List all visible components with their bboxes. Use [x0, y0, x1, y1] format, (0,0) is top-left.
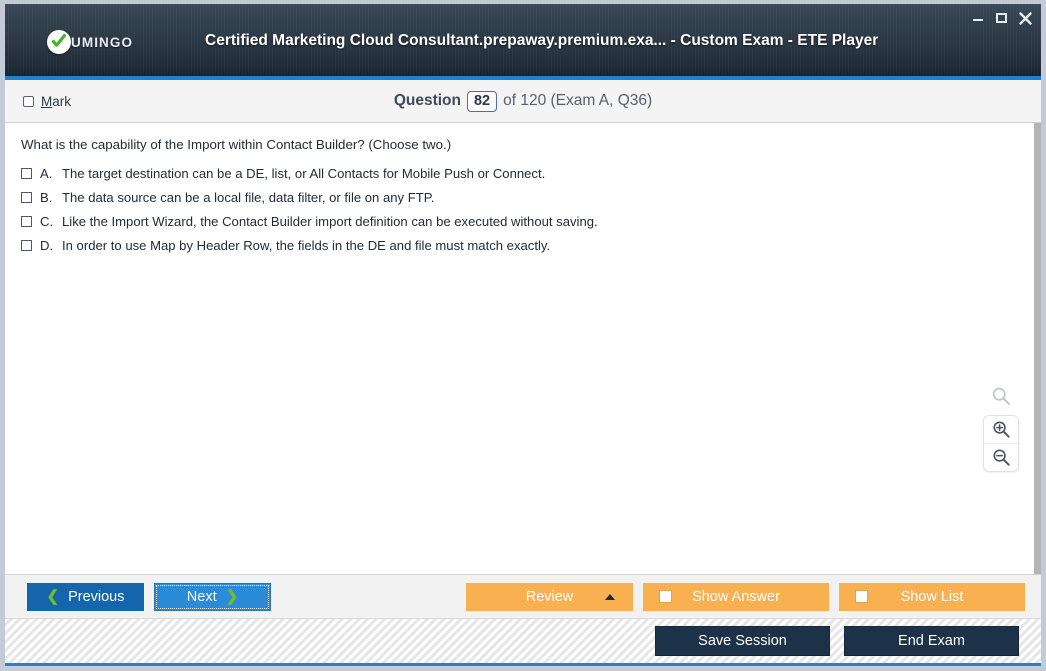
previous-button[interactable]: ❮ Previous: [27, 582, 144, 611]
magnifier-icon: [991, 386, 1011, 411]
next-button-label: Next: [186, 588, 217, 605]
ete-player-window: UMINGO Certified Marketing Cloud Consult…: [0, 0, 1046, 671]
title-bar: UMINGO Certified Marketing Cloud Consult…: [5, 4, 1041, 80]
close-icon[interactable]: [1018, 11, 1033, 26]
answer-letter-b: B.: [40, 190, 53, 205]
answer-checkbox-d[interactable]: [21, 240, 32, 251]
answer-checkbox-c[interactable]: [21, 216, 32, 227]
review-button-label: Review: [525, 588, 574, 605]
vumingo-logo: UMINGO: [47, 30, 133, 54]
mark-checkbox-group[interactable]: Mark: [23, 94, 71, 109]
chevron-right-icon: ❯: [225, 587, 239, 605]
answer-option-d[interactable]: D. In order to use Map by Header Row, th…: [21, 238, 1018, 253]
chevron-left-icon: ❮: [46, 587, 60, 605]
answer-options-list: A. The target destination can be a DE, l…: [21, 166, 1018, 253]
zoom-in-icon[interactable]: [984, 416, 1018, 443]
save-session-button[interactable]: Save Session: [655, 626, 830, 656]
answer-text-d: In order to use Map by Header Row, the f…: [62, 238, 551, 253]
question-counter: Question 82 of 120 (Exam A, Q36): [5, 90, 1041, 112]
next-button[interactable]: Next ❯: [154, 582, 271, 611]
logo-wordmark: UMINGO: [71, 34, 134, 50]
question-total-text: of 120 (Exam A, Q36): [503, 92, 653, 109]
answer-letter-c: C.: [40, 214, 54, 229]
save-session-label: Save Session: [698, 633, 787, 649]
mark-checkbox[interactable]: [23, 95, 34, 107]
question-stem: What is the capability of the Import wit…: [21, 137, 452, 152]
end-exam-label: End Exam: [898, 633, 965, 649]
status-bar: Save Session End Exam: [5, 618, 1041, 666]
question-number-box[interactable]: 82: [466, 90, 498, 112]
window-title: Certified Marketing Cloud Consultant.pre…: [205, 32, 879, 49]
show-list-label: Show List: [900, 588, 964, 605]
answer-text-a: The target destination can be a DE, list…: [62, 166, 546, 181]
show-list-button[interactable]: Show List: [839, 582, 1025, 611]
maximize-icon[interactable]: [994, 11, 1009, 26]
zoom-out-icon[interactable]: [984, 443, 1018, 471]
answer-letter-a: A.: [40, 166, 53, 181]
end-exam-button[interactable]: End Exam: [844, 626, 1019, 656]
answer-checkbox-a[interactable]: [21, 168, 32, 179]
question-header-bar: Mark Question 82 of 120 (Exam A, Q36): [5, 80, 1041, 123]
caret-up-icon: [605, 593, 615, 600]
answer-text-c: Like the Import Wizard, the Contact Buil…: [62, 214, 598, 229]
zoom-buttons-box: [983, 415, 1019, 472]
answer-letter-d: D.: [40, 238, 54, 253]
show-list-checkbox[interactable]: [855, 590, 868, 603]
answer-text-b: The data source can be a local file, dat…: [62, 190, 435, 205]
question-word: Question: [393, 92, 461, 109]
show-answer-label: Show Answer: [692, 588, 780, 605]
answer-option-c[interactable]: C. Like the Import Wizard, the Contact B…: [21, 214, 1018, 229]
navigation-toolbar: ❮ Previous Next ❯ Review Show Answer Sho…: [5, 574, 1041, 618]
check-circle-icon: [47, 30, 71, 54]
mark-label: Mark: [41, 93, 72, 109]
zoom-tool-cluster: [983, 386, 1019, 472]
previous-button-label: Previous: [68, 588, 125, 605]
show-answer-button[interactable]: Show Answer: [643, 582, 829, 611]
review-button[interactable]: Review: [466, 582, 633, 611]
answer-option-b[interactable]: B. The data source can be a local file, …: [21, 190, 1018, 205]
answer-checkbox-b[interactable]: [21, 192, 32, 203]
window-controls: [970, 9, 1033, 27]
question-content-panel: What is the capability of the Import wit…: [5, 123, 1041, 574]
answer-option-a[interactable]: A. The target destination can be a DE, l…: [21, 166, 1018, 181]
minimize-icon[interactable]: [970, 9, 985, 27]
show-answer-checkbox[interactable]: [659, 590, 672, 603]
